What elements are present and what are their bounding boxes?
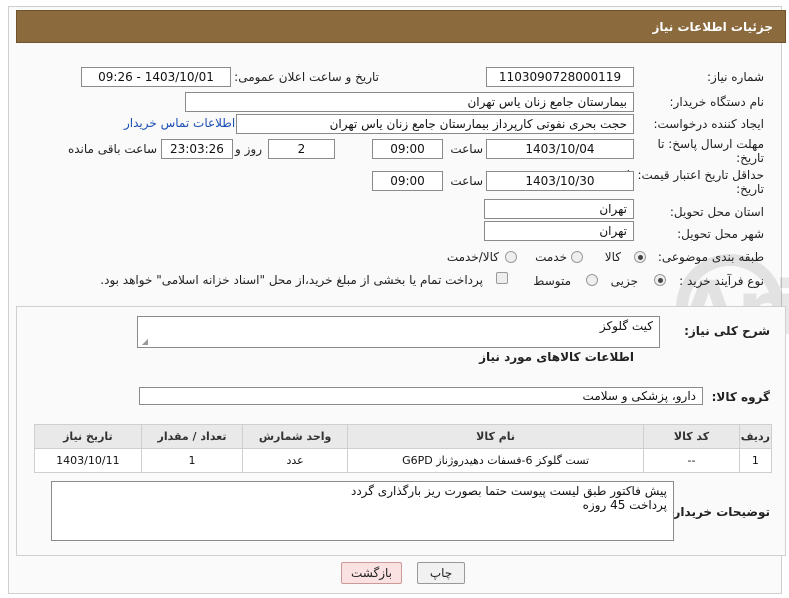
price-validity-label-2: تاریخ: <box>736 182 764 196</box>
buyer-contact-link[interactable]: اطلاعات تماس خریدار <box>124 116 235 130</box>
back-button[interactable]: بازگشت <box>341 562 402 584</box>
days-label: روز و <box>235 142 262 156</box>
items-heading: اطلاعات کالاهای مورد نیاز <box>479 350 634 364</box>
category-label: طبقه بندی موضوعی: <box>657 250 764 264</box>
treasury-payment-note: پرداخت تمام یا بخشی از مبلغ خرید،از محل … <box>100 273 483 287</box>
col-goods-code: کد کالا <box>643 424 740 449</box>
category-option-goods: کالا <box>604 250 621 264</box>
col-quantity: تعداد / مقدار <box>140 424 244 449</box>
items-table: ردیف کد کالا نام کالا واحد شمارش تعداد /… <box>34 424 773 473</box>
category-option-goods-service: کالا/خدمت <box>446 250 499 264</box>
response-date-field: 1403/10/04 <box>486 139 634 159</box>
announce-datetime-field: 1403/10/01 - 09:26 <box>81 67 231 87</box>
goods-group-field: دارو، پزشکی و سلامت <box>139 387 703 405</box>
delivery-province-field: تهران <box>484 199 634 219</box>
cell-quantity: 1 <box>140 448 244 473</box>
items-table-header: ردیف کد کالا نام کالا واحد شمارش تعداد /… <box>34 424 773 449</box>
delivery-province-label: استان محل تحویل: <box>669 205 764 219</box>
category-radio-service[interactable] <box>571 251 583 263</box>
summary-textarea: کیت گلوکز ◢ <box>137 316 660 348</box>
response-time-field: 09:00 <box>372 139 443 159</box>
price-validity-time-label: ساعت <box>450 174 483 188</box>
goods-group-label: گروه کالا: <box>711 390 770 404</box>
category-radio-goods[interactable] <box>634 251 646 263</box>
price-validity-label: حداقل تاریخ اعتبار قیمت: تا <box>626 168 764 182</box>
page-title: جزئیات اطلاعات نیاز <box>16 10 786 43</box>
announce-datetime-label: تاریخ و ساعت اعلان عمومی: <box>234 70 379 84</box>
buyer-org-label: نام دستگاه خریدار: <box>669 95 765 109</box>
cell-unit: عدد <box>242 448 348 473</box>
cell-goods-code: -- <box>643 448 740 473</box>
requester-label: ایجاد کننده درخواست: <box>653 117 764 131</box>
process-type-label: نوع فرآیند خرید : <box>679 274 764 288</box>
process-option-medium: متوسط <box>533 274 571 288</box>
col-goods-name: نام کالا <box>346 424 645 449</box>
buyer-notes-line-2: پرداخت 45 روزه <box>582 498 667 512</box>
buyer-notes-textarea: پیش فاکتور طبق لیست پیوست حتما بصورت ریز… <box>51 481 674 541</box>
cell-goods-name: تست گلوکز 6-فسفات دهیدروژناز G6PD <box>346 448 645 473</box>
process-option-minor: جزیی <box>610 274 638 288</box>
requester-field: حجت بحری نفوتی کارپرداز بیمارستان جامع ز… <box>236 114 634 134</box>
category-radio-goods-service[interactable] <box>505 251 517 263</box>
col-row-number: ردیف <box>738 424 773 449</box>
response-deadline-label: مهلت ارسال پاسخ: تا <box>657 137 764 151</box>
process-radio-minor[interactable] <box>654 274 666 286</box>
col-need-date: تاریخ نیاز <box>34 424 142 449</box>
price-validity-date-field: 1403/10/30 <box>486 171 634 191</box>
process-radio-medium[interactable] <box>586 274 598 286</box>
delivery-city-field: تهران <box>484 221 634 241</box>
cell-row-number: 1 <box>738 448 773 473</box>
response-time-label: ساعت <box>450 142 483 156</box>
table-row: 1 -- تست گلوکز 6-فسفات دهیدروژناز G6PD ع… <box>34 448 773 473</box>
treasury-payment-checkbox[interactable] <box>496 272 508 284</box>
buyer-notes-line-1: پیش فاکتور طبق لیست پیوست حتما بصورت ریز… <box>350 484 667 498</box>
response-deadline-label-2: تاریخ: <box>736 151 764 165</box>
summary-text: کیت گلوکز <box>599 319 653 333</box>
col-unit: واحد شمارش <box>242 424 348 449</box>
buyer-org-field: بیمارستان جامع زنان یاس تهران <box>185 92 634 112</box>
remaining-time-field: 23:03:26 <box>161 139 233 159</box>
response-days-field: 2 <box>268 139 335 159</box>
category-option-service: خدمت <box>535 250 567 264</box>
need-number-field: 1103090728000119 <box>486 67 634 87</box>
need-number-label: شماره نیاز: <box>707 70 764 84</box>
cell-need-date: 1403/10/11 <box>34 448 142 473</box>
buyer-notes-label: توضیحات خریدار: <box>668 505 770 519</box>
resize-grip-icon: ◢ <box>141 337 148 346</box>
delivery-city-label: شهر محل تحویل: <box>677 227 764 241</box>
price-validity-time-field: 09:00 <box>372 171 443 191</box>
remaining-label: ساعت باقی مانده <box>67 142 157 156</box>
summary-label: شرح کلی نیاز: <box>684 324 770 338</box>
print-button[interactable]: چاپ <box>417 562 465 584</box>
